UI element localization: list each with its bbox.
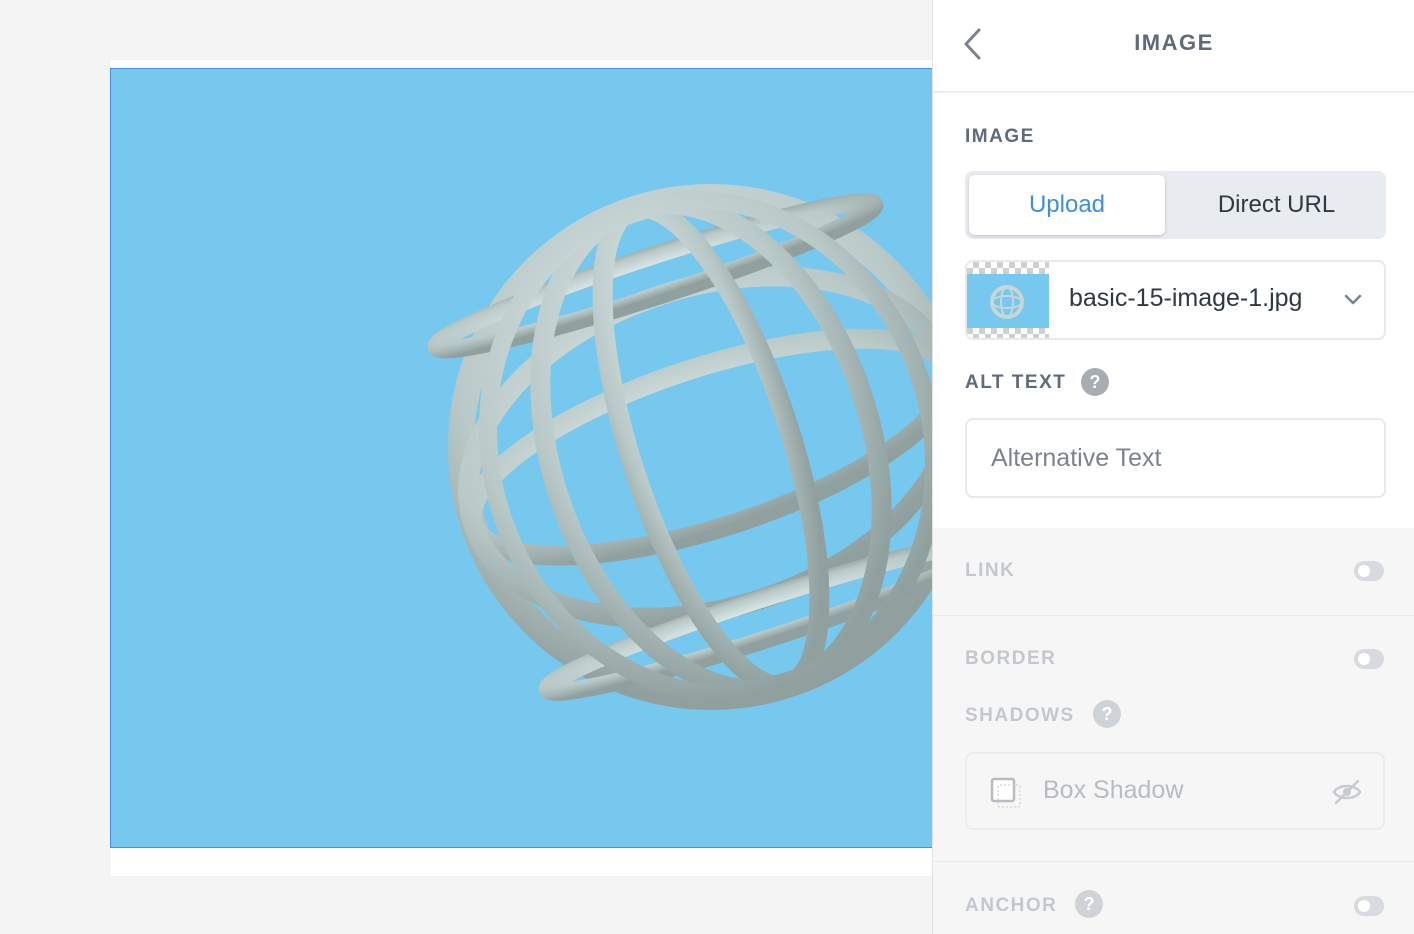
shadows-help-icon[interactable]: ? (1093, 700, 1121, 728)
image-file-name: basic-15-image-1.jpg (1069, 284, 1303, 312)
border-section-label: BORDER (965, 648, 1057, 669)
border-toggle[interactable] (1354, 649, 1384, 669)
alt-text-input[interactable] (965, 418, 1386, 498)
panel-title: IMAGE (1134, 30, 1214, 55)
thumbnail-preview (967, 274, 1049, 328)
image-source-toggle: Upload Direct URL (965, 171, 1386, 239)
selected-image-block[interactable] (110, 68, 932, 848)
link-toggle[interactable] (1354, 561, 1384, 581)
link-section-label: LINK (965, 560, 1016, 581)
checkbox-icon[interactable] (989, 776, 1021, 808)
image-section-label: IMAGE (965, 126, 1035, 147)
wireframe-sphere-image (427, 184, 932, 710)
chevron-down-icon[interactable] (1342, 288, 1364, 310)
properties-panel: IMAGE IMAGE Upload Direct URL basic-15-i… (932, 0, 1414, 934)
box-shadow-row[interactable]: Box Shadow (965, 752, 1385, 830)
editor-canvas (0, 0, 932, 934)
image-settings-section: IMAGE Upload Direct URL basic-15-image-1… (933, 93, 1414, 528)
divider (933, 615, 1414, 616)
eye-slash-icon[interactable] (1331, 776, 1363, 808)
sphere-thumbnail-icon (990, 285, 1024, 319)
tab-direct-url[interactable]: Direct URL (1171, 175, 1382, 235)
tab-upload[interactable]: Upload (969, 175, 1165, 235)
image-thumbnail (967, 262, 1049, 338)
box-shadow-label: Box Shadow (1043, 776, 1184, 804)
panel-header: IMAGE (933, 0, 1414, 92)
alt-text-help-icon[interactable]: ? (1081, 368, 1109, 396)
divider (933, 861, 1414, 862)
anchor-toggle[interactable] (1354, 896, 1384, 916)
anchor-section-label: ANCHOR (965, 895, 1058, 916)
shadows-section-label: SHADOWS (965, 705, 1075, 726)
image-file-select[interactable]: basic-15-image-1.jpg (965, 260, 1386, 340)
anchor-help-icon[interactable]: ? (1075, 890, 1103, 918)
alt-text-label: ALT TEXT (965, 372, 1067, 393)
